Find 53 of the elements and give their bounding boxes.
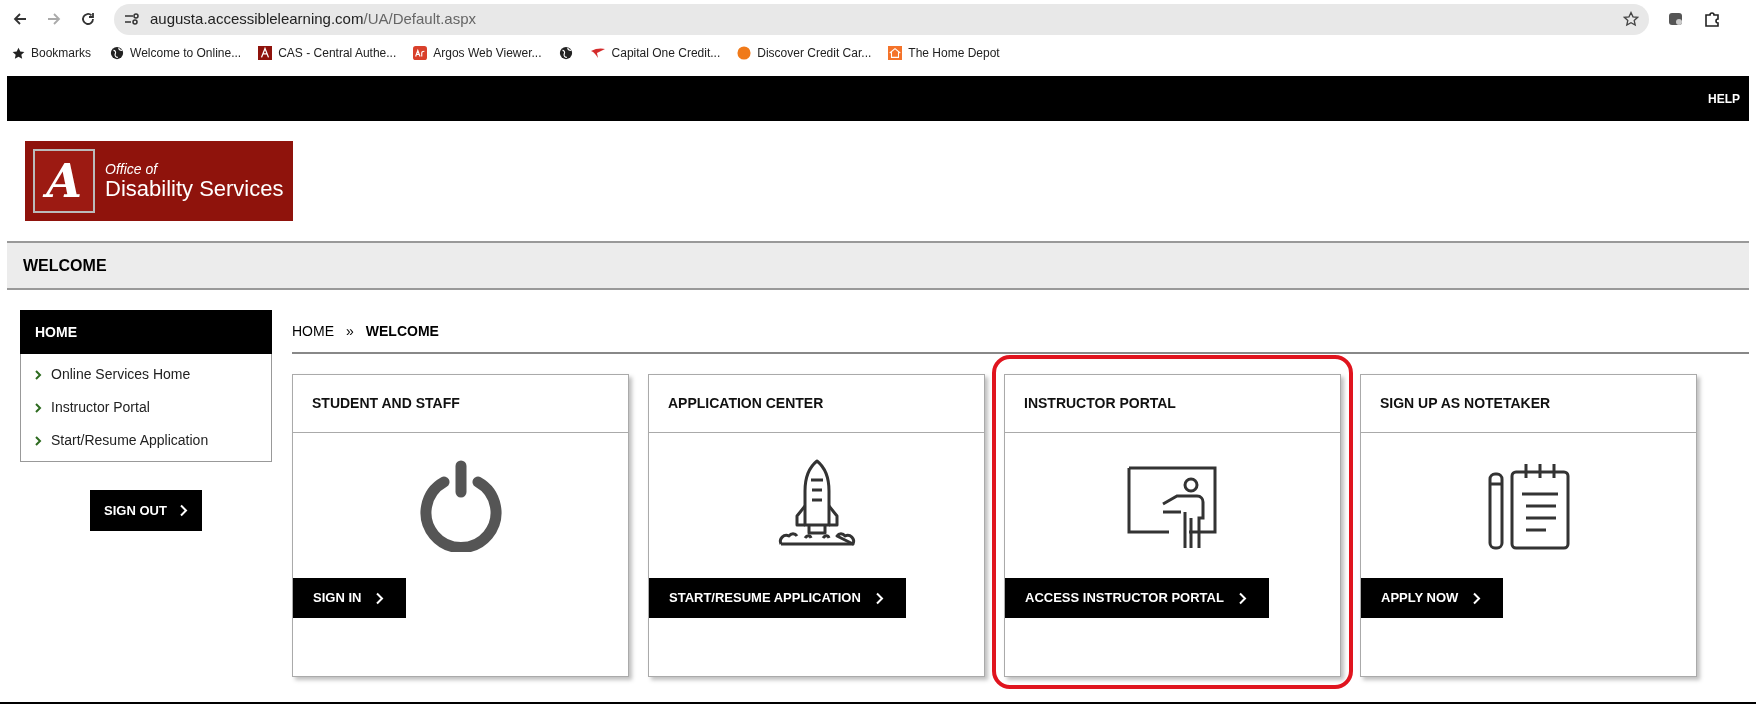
extension-icon[interactable]	[1667, 10, 1685, 28]
card-title: APPLICATION CENTER	[668, 394, 824, 413]
chevron-icon	[34, 402, 42, 413]
card-button[interactable]: ACCESS INSTRUCTOR PORTAL	[1005, 578, 1269, 618]
power-icon	[419, 459, 502, 552]
card-title: STUDENT AND STAFF	[312, 394, 460, 413]
bookmark-link[interactable]: Welcome to Online...	[110, 44, 242, 62]
card-title: INSTRUCTOR PORTAL	[1024, 394, 1176, 413]
card-button[interactable]: START/RESUME APPLICATION	[649, 578, 906, 618]
bookmark-link[interactable]	[558, 46, 573, 60]
bookmark-link[interactable]: Capital One Credit...	[589, 44, 721, 62]
site-settings-icon[interactable]	[124, 12, 140, 26]
bookmark-link[interactable]: Discover Credit Car...	[737, 44, 872, 62]
chevron-icon	[34, 435, 42, 446]
back-icon[interactable]	[12, 11, 28, 27]
chevron-icon	[1237, 591, 1247, 605]
star-icon[interactable]	[1623, 11, 1639, 27]
house-icon	[888, 46, 903, 60]
chevron-icon	[375, 591, 385, 605]
page-title: WELCOME	[23, 255, 107, 276]
chevron-icon	[1472, 591, 1482, 605]
url-text: augusta.accessiblelearning.com/UA/Default.aspx	[150, 8, 478, 29]
star-icon	[12, 46, 25, 60]
sidebar-link[interactable]: Instructor Portal	[21, 397, 271, 418]
bookmark-link[interactable]: The Home Depot	[888, 44, 1000, 62]
swoosh-icon	[589, 47, 606, 59]
puzzle-icon[interactable]	[1703, 10, 1721, 28]
bookmarks-folder[interactable]: Bookmarks	[12, 44, 94, 62]
bookmark-link[interactable]: Argos Web Viewer...	[413, 44, 542, 62]
sidebar-link[interactable]: Online Services Home	[21, 364, 271, 385]
reload-icon[interactable]	[80, 11, 96, 27]
help-link[interactable]: HELP	[1708, 89, 1740, 108]
card-button[interactable]: APPLY NOW	[1361, 578, 1504, 618]
breadcrumb-current: WELCOME	[365, 321, 439, 341]
logo-title: Disability Services	[105, 178, 284, 200]
app-icon	[413, 46, 428, 60]
globe-icon	[558, 46, 573, 60]
chevron-icon	[874, 591, 884, 605]
monogram-icon	[258, 46, 273, 60]
circle-icon	[737, 46, 752, 60]
sidebar-link[interactable]: Start/Resume Application	[21, 430, 271, 451]
sign-out-button[interactable]: SIGN OUT	[90, 490, 202, 531]
breadcrumb-link[interactable]: HOME	[292, 320, 334, 342]
sidebar-heading: HOME	[35, 322, 77, 342]
globe-icon	[110, 46, 125, 60]
card-title: SIGN UP AS NOTETAKER	[1380, 394, 1551, 413]
logo-subtitle: Office of	[105, 162, 160, 176]
card-button[interactable]: SIGN IN	[293, 578, 407, 618]
address-bar[interactable]: augusta.accessiblelearning.com/UA/Default.aspx	[114, 3, 1649, 35]
chevron-icon	[178, 504, 188, 517]
breadcrumb-separator: »	[346, 321, 354, 341]
chevron-icon	[34, 369, 42, 380]
bookmark-link[interactable]: CAS - Central Authe...	[258, 44, 397, 62]
